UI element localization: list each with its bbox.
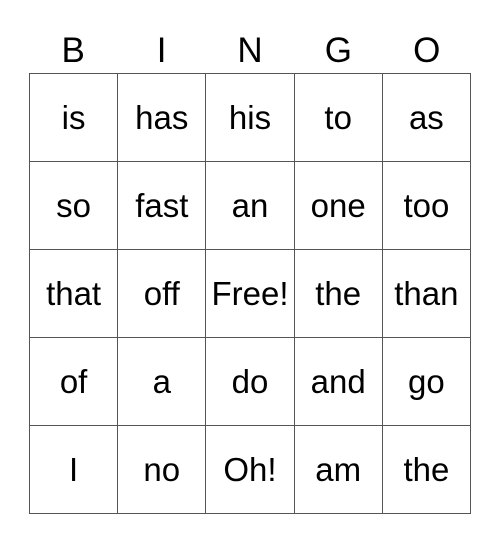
header-letter-i: I <box>156 31 167 70</box>
bingo-cell[interactable]: as <box>382 74 471 162</box>
bingo-cell[interactable]: and <box>294 338 383 426</box>
header-letter-b: B <box>61 31 85 70</box>
bingo-cell[interactable]: a <box>118 338 207 426</box>
header-letter-n: N <box>237 31 263 70</box>
bingo-cell[interactable]: to <box>294 74 383 162</box>
bingo-cell[interactable]: do <box>206 338 295 426</box>
bingo-cell[interactable]: an <box>206 162 295 250</box>
bingo-cell[interactable]: no <box>118 426 207 514</box>
bingo-cell[interactable]: too <box>382 162 471 250</box>
bingo-cell[interactable]: off <box>118 250 207 338</box>
bingo-cell[interactable]: am <box>294 426 383 514</box>
header-letter-g: G <box>324 31 352 70</box>
bingo-cell[interactable]: than <box>382 250 471 338</box>
bingo-cell[interactable]: that <box>30 250 119 338</box>
bingo-cell[interactable]: has <box>118 74 207 162</box>
bingo-cell[interactable]: of <box>30 338 119 426</box>
bingo-cell[interactable]: his <box>206 74 295 162</box>
bingo-cell[interactable]: the <box>294 250 383 338</box>
bingo-cell[interactable]: Oh! <box>206 426 295 514</box>
bingo-cell[interactable]: I <box>30 426 119 514</box>
free-space-cell[interactable]: Free! <box>206 250 295 338</box>
bingo-cell[interactable]: one <box>294 162 383 250</box>
bingo-card-grid: is has his to as so fast an one too that… <box>29 73 471 514</box>
bingo-cell[interactable]: go <box>382 338 471 426</box>
bingo-cell[interactable]: is <box>30 74 119 162</box>
bingo-header: B I N G O <box>29 30 471 72</box>
header-letter-o: O <box>413 31 441 70</box>
bingo-cell[interactable]: fast <box>118 162 207 250</box>
bingo-cell[interactable]: the <box>382 426 471 514</box>
bingo-cell[interactable]: so <box>30 162 119 250</box>
